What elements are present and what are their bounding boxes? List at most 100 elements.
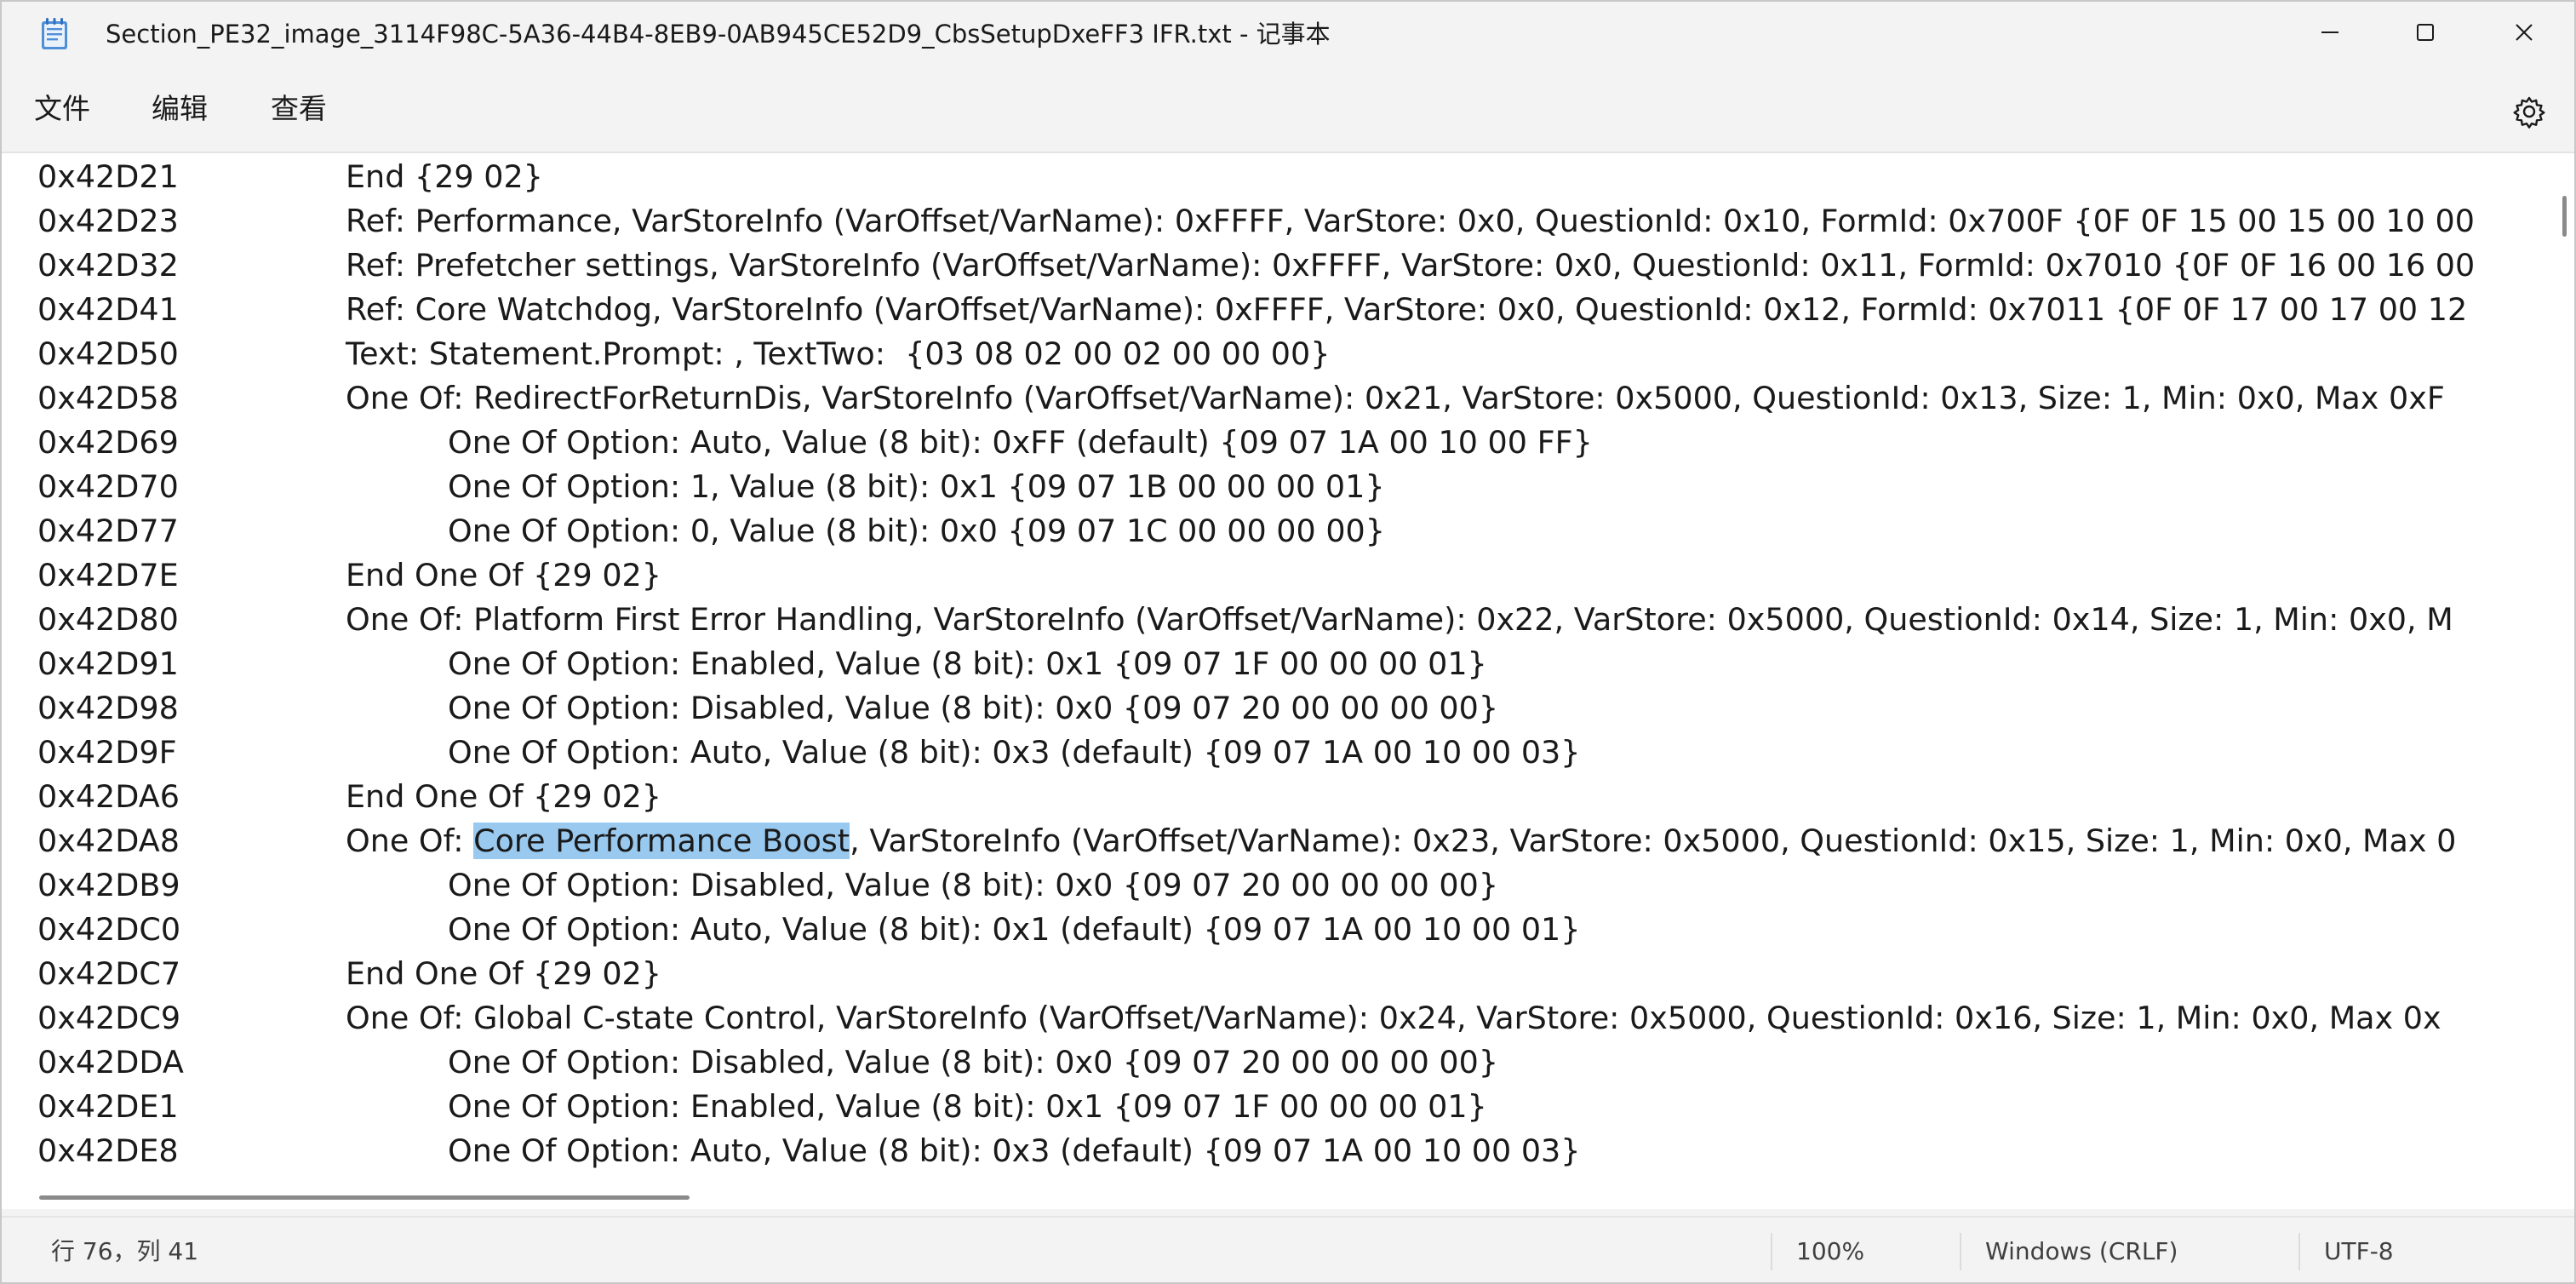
menu-file[interactable]: 文件 [26,85,99,133]
text-line[interactable]: 0x42D9F One Of Option: Auto, Value (8 bit… [2,731,2539,775]
line-content: One Of Option: Enabled, Value (8 bit): 0… [448,645,1487,682]
settings-button[interactable] [2508,90,2550,133]
title-bar[interactable]: Section_PE32_image_3114F98C-5A36-44B4-8E… [2,2,2574,66]
text-line[interactable]: 0x42D58 One Of: RedirectForReturnDis, Var… [2,376,2539,421]
line-address: 0x42D77 [37,513,179,549]
line-content: End One Of {29 02} [346,778,662,815]
line-address: 0x42D9F [37,734,177,771]
zoom-level[interactable]: 100% [1796,1218,1864,1282]
text-line[interactable]: 0x42D23 Ref: Performance, VarStoreInfo (V… [2,199,2539,244]
line-content: One Of: Platform First Error Handling, V… [346,601,2453,638]
minimize-button[interactable] [2280,2,2380,63]
vertical-scrollbar[interactable] [2556,153,2574,1209]
text-line[interactable]: 0x42D32 Ref: Prefetcher settings, VarStor… [2,244,2539,288]
line-content: Ref: Core Watchdog, VarStoreInfo (VarOff… [346,291,2468,328]
line-address: 0x42DDA [37,1044,184,1081]
maximize-icon [2417,24,2434,41]
line-address: 0x42D70 [37,468,179,505]
minimize-icon [2321,32,2338,33]
line-address: 0x42DA6 [37,778,180,815]
text-editor[interactable]: 0x42D21 End {29 02} 0x42D23 Ref: Performanc… [2,153,2556,1209]
menu-edit[interactable]: 编辑 [143,85,216,133]
line-text-before-selection: One Of: [346,823,474,859]
text-line[interactable]: 0x42D69 One Of Option: Auto, Value (8 bit… [2,421,2539,465]
line-content: One Of Option: Auto, Value (8 bit): 0x3 … [448,1132,1581,1169]
gear-icon [2513,96,2545,129]
line-address: 0x42D80 [37,601,179,638]
line-content: One Of Option: Disabled, Value (8 bit): … [448,1044,1499,1081]
line-content: Ref: Performance, VarStoreInfo (VarOffse… [346,203,2475,239]
text-line[interactable]: 0x42DB9 One Of Option: Disabled, Value (8… [2,863,2539,908]
text-line[interactable]: 0x42D50 Text: Statement.Prompt: , TextTwo… [2,332,2539,376]
line-address: 0x42DC7 [37,955,181,992]
text-line[interactable]: 0x42D7E End One Of {29 02} [2,553,2539,598]
text-line[interactable]: 0x42D80 One Of: Platform First Error Hand… [2,598,2539,642]
line-content: One Of Option: Auto, Value (8 bit): 0xFF… [448,424,1593,461]
text-line[interactable]: 0x42DA8 One Of: Core Performance Boost, V… [2,819,2539,863]
text-line[interactable]: 0x42DDA One Of Option: Disabled, Value (8… [2,1040,2539,1085]
line-address: 0x42DC9 [37,1000,181,1036]
line-content: One Of Option: 0, Value (8 bit): 0x0 {09… [448,513,1385,549]
line-content: End One Of {29 02} [346,557,662,593]
text-line[interactable]: 0x42DC7 End One Of {29 02} [2,952,2539,996]
notepad-icon [42,18,67,49]
line-address: 0x42D91 [37,645,179,682]
line-address: 0x42D32 [37,247,179,284]
encoding[interactable]: UTF-8 [2324,1218,2394,1282]
line-content: Ref: Prefetcher settings, VarStoreInfo (… [346,247,2476,284]
text-line[interactable]: 0x42D41 Ref: Core Watchdog, VarStoreInfo … [2,288,2539,332]
menu-view[interactable]: 查看 [262,85,335,133]
line-address: 0x42D69 [37,424,179,461]
status-divider [2298,1233,2300,1270]
line-address: 0x42D23 [37,203,179,239]
line-address: 0x42D98 [37,690,179,726]
text-line[interactable]: 0x42DC0 One Of Option: Auto, Value (8 bit… [2,908,2539,952]
line-content: End One Of {29 02} [346,955,662,992]
line-content: One Of Option: Auto, Value (8 bit): 0x1 … [448,911,1581,948]
maximize-button[interactable] [2375,2,2476,63]
text-line[interactable]: 0x42D91 One Of Option: Enabled, Value (8 … [2,642,2539,686]
close-icon [2516,24,2533,41]
text-line[interactable]: 0x42D21 End {29 02} [2,155,2539,199]
selected-text[interactable]: Core Performance Boost [473,823,850,859]
line-ending[interactable]: Windows (CRLF) [1985,1218,2178,1282]
line-address: 0x42D21 [37,158,179,195]
cursor-position: 行 76，列 41 [51,1237,199,1265]
text-line[interactable]: 0x42D98 One Of Option: Disabled, Value (8… [2,686,2539,731]
line-address: 0x42DE1 [37,1088,179,1125]
line-content: One Of Option: Enabled, Value (8 bit): 0… [448,1088,1487,1125]
line-content: Text: Statement.Prompt: , TextTwo: {03 0… [346,335,1331,372]
notepad-window: Section_PE32_image_3114F98C-5A36-44B4-8E… [0,0,2576,1284]
vertical-scroll-thumb[interactable] [2562,196,2567,237]
window-title: Section_PE32_image_3114F98C-5A36-44B4-8E… [106,20,1331,49]
line-content: One Of Option: 1, Value (8 bit): 0x1 {09… [448,468,1385,505]
line-content: One Of Option: Disabled, Value (8 bit): … [448,690,1499,726]
horizontal-scroll-thumb[interactable] [39,1195,690,1200]
text-line[interactable]: 0x42DE8 One Of Option: Auto, Value (8 bit… [2,1129,2539,1173]
line-content: One Of: RedirectForReturnDis, VarStoreIn… [346,380,2445,416]
status-divider [1771,1233,1772,1270]
line-address: 0x42D7E [37,557,179,593]
line-content: One Of Option: Disabled, Value (8 bit): … [448,867,1499,903]
line-address: 0x42DC0 [37,911,181,948]
text-line[interactable]: 0x42D70 One Of Option: 1, Value (8 bit): … [2,465,2539,509]
status-divider [1960,1233,1961,1270]
line-address: 0x42D41 [37,291,179,328]
line-content: One Of Option: Auto, Value (8 bit): 0x3 … [448,734,1581,771]
line-address: 0x42D50 [37,335,179,372]
line-address: 0x42D58 [37,380,179,416]
line-address: 0x42DB9 [37,867,180,903]
status-bar: 行 76，列 41 100% Windows (CRLF) UTF-8 [2,1216,2574,1282]
text-line[interactable]: 0x42DA6 End One Of {29 02} [2,775,2539,819]
line-content: End {29 02} [346,158,543,195]
line-address: 0x42DE8 [37,1132,179,1169]
text-lines[interactable]: 0x42D21 End {29 02} 0x42D23 Ref: Performanc… [2,153,2539,1175]
close-button[interactable] [2474,2,2574,63]
text-line[interactable]: 0x42D77 One Of Option: 0, Value (8 bit): … [2,509,2539,553]
text-line[interactable]: 0x42DC9 One Of: Global C-state Control, V… [2,996,2539,1040]
text-line[interactable]: 0x42DE1 One Of Option: Enabled, Value (8 … [2,1085,2539,1129]
menu-bar: 文件 编辑 查看 [2,66,2574,153]
line-text-after-selection: , VarStoreInfo (VarOffset/VarName): 0x23… [850,823,2457,859]
line-content: One Of: Global C-state Control, VarStore… [346,1000,2441,1036]
line-address: 0x42DA8 [37,823,180,859]
